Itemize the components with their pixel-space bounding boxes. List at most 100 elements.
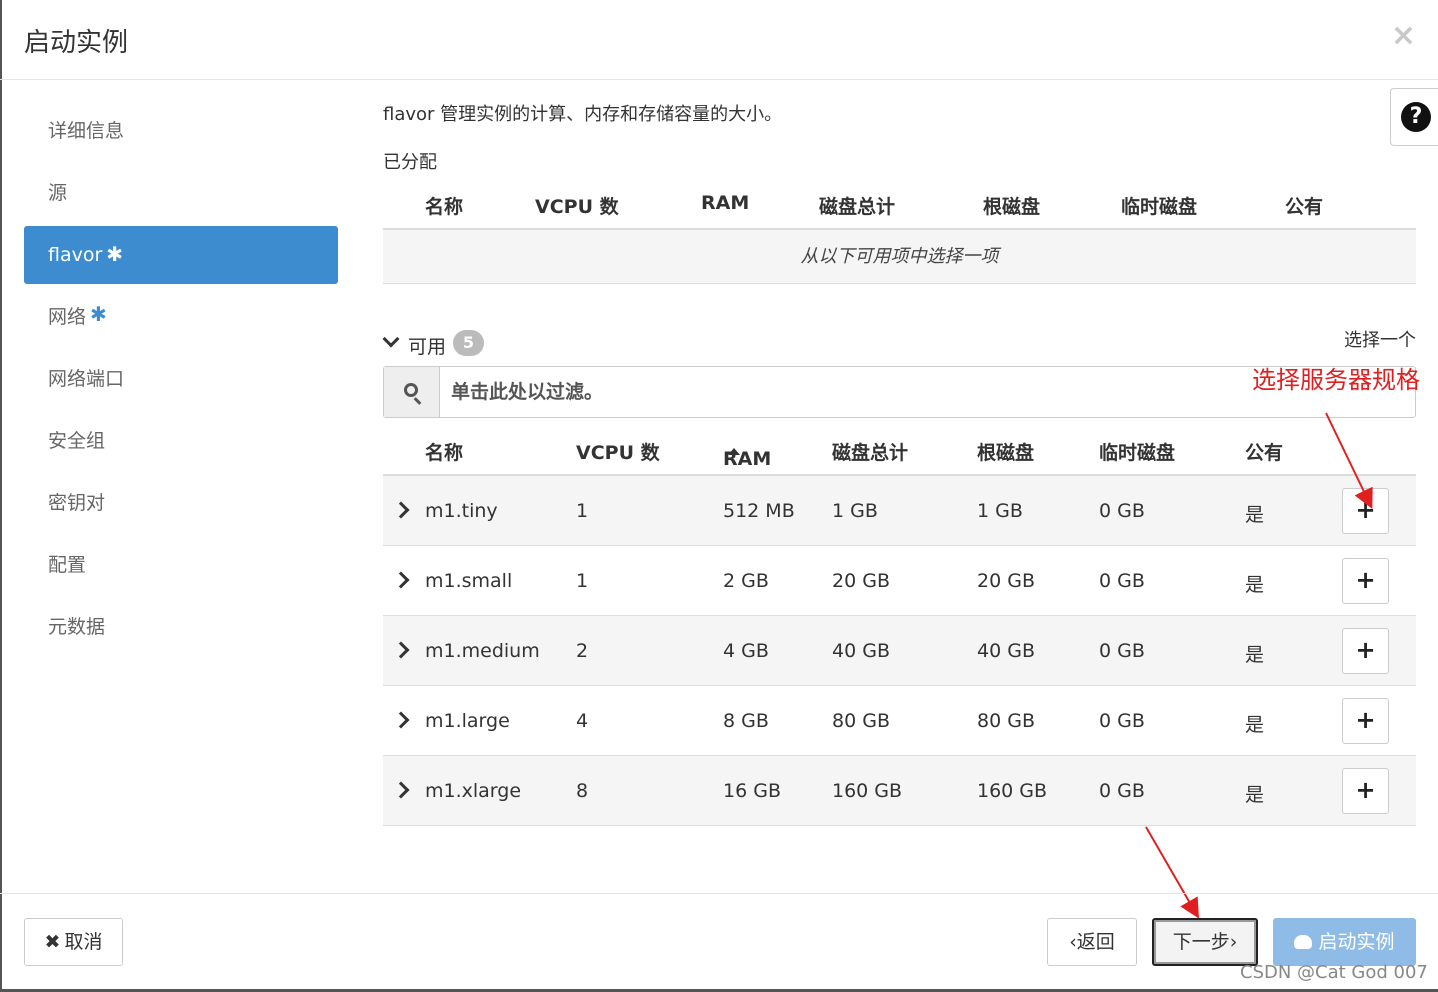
available-section-toggle[interactable]: 可用 5 选择一个	[382, 330, 1416, 360]
flavor-total-disk: 40 GB	[832, 640, 890, 662]
column-header-public[interactable]: 公有	[1245, 438, 1283, 465]
sidebar-item-label: 详细信息	[48, 120, 125, 142]
sidebar-item-label: flavor	[48, 244, 103, 266]
flavor-ephemeral-disk: 0 GB	[1099, 570, 1145, 592]
flavor-public: 是	[1245, 644, 1265, 666]
table-row: m1.tiny 1 512 MB 1 GB 1 GB 0 GB 是 +	[383, 476, 1416, 546]
flavor-vcpu: 1	[576, 570, 589, 592]
column-header-public[interactable]: 公有	[1285, 192, 1323, 219]
flavor-vcpu: 4	[576, 710, 589, 732]
sidebar-item-label: 安全组	[48, 430, 106, 452]
flavor-public: 是	[1245, 504, 1265, 526]
search-icon	[404, 383, 418, 397]
required-asterisk-icon: ✱	[90, 302, 107, 326]
sidebar-item-key-pairs[interactable]: 密钥对	[24, 472, 338, 534]
back-button[interactable]: ‹返回	[1047, 918, 1137, 966]
flavor-ephemeral-disk: 0 GB	[1099, 710, 1145, 732]
column-header-name[interactable]: 名称	[425, 438, 463, 465]
sidebar-item-flavor[interactable]: flavor ✱	[24, 226, 338, 284]
sidebar-item-label: 配置	[48, 554, 87, 576]
flavor-total-disk: 1 GB	[832, 500, 878, 522]
dialog-header: 启动实例 ×	[0, 0, 1438, 80]
flavor-ephemeral-disk: 0 GB	[1099, 500, 1145, 522]
sidebar-item-source[interactable]: 源	[24, 162, 338, 224]
sidebar-item-security-groups[interactable]: 安全组	[24, 410, 338, 472]
allocated-table-header: 名称 VCPU 数 RAM 磁盘总计 根磁盘 临时磁盘 公有	[383, 182, 1416, 230]
flavor-ephemeral-disk: 0 GB	[1099, 640, 1145, 662]
watermark: CSDN @Cat God 007	[1240, 962, 1428, 983]
sidebar-item-label: 元数据	[48, 616, 106, 638]
sidebar-item-details[interactable]: 详细信息	[24, 100, 338, 162]
launch-instance-dialog: 启动实例 × 详细信息 源 flavor ✱ 网络 ✱ 网络端口 安全组 密钥对 配…	[0, 0, 1438, 992]
dialog-title: 启动实例	[24, 28, 129, 58]
allocate-button[interactable]: +	[1342, 698, 1389, 744]
flavor-public: 是	[1245, 714, 1265, 736]
flavor-vcpu: 1	[576, 500, 589, 522]
sidebar-item-networks[interactable]: 网络 ✱	[24, 286, 338, 348]
available-count-badge: 5	[453, 330, 484, 356]
chevron-right-icon[interactable]	[392, 501, 410, 519]
cancel-label: 取消	[64, 931, 103, 953]
annotation-text: 选择服务器规格	[1252, 366, 1420, 394]
flavor-ram: 8 GB	[723, 710, 769, 732]
sidebar-item-label: 网络端口	[48, 368, 125, 390]
column-header-root-disk[interactable]: 根磁盘	[983, 192, 1040, 219]
chevron-right-icon[interactable]	[392, 781, 410, 799]
sidebar-item-configuration[interactable]: 配置	[24, 534, 338, 596]
flavor-root-disk: 160 GB	[977, 780, 1048, 802]
sidebar-item-label: 网络	[48, 306, 87, 328]
next-button[interactable]: 下一步›	[1152, 918, 1258, 966]
flavor-public: 是	[1245, 574, 1265, 596]
column-header-ram[interactable]: RAM	[701, 192, 749, 214]
chevron-right-icon[interactable]	[392, 641, 410, 659]
flavor-name: m1.small	[425, 570, 513, 592]
column-header-total-disk[interactable]: 磁盘总计	[832, 438, 908, 465]
column-header-ephemeral-disk[interactable]: 临时磁盘	[1099, 438, 1175, 465]
flavor-public: 是	[1245, 784, 1265, 806]
allocate-button[interactable]: +	[1342, 768, 1389, 814]
allocate-button[interactable]: +	[1342, 558, 1389, 604]
search-icon-handle	[413, 397, 422, 405]
dialog-footer: ✖ 取消 ‹返回 下一步› 启动实例	[0, 893, 1438, 989]
required-asterisk-icon: ✱	[106, 242, 124, 266]
flavor-root-disk: 1 GB	[977, 500, 1023, 522]
column-header-vcpu[interactable]: VCPU 数	[535, 192, 619, 219]
sidebar-item-label: 源	[48, 182, 68, 204]
sidebar-item-metadata[interactable]: 元数据	[24, 596, 338, 658]
flavor-step-content: flavor 管理实例的计算、内存和存储容量的大小。 已分配 名称 VCPU 数…	[382, 100, 1416, 826]
flavor-total-disk: 80 GB	[832, 710, 890, 732]
flavor-ram: 512 MB	[723, 500, 795, 522]
allocate-button[interactable]: +	[1342, 628, 1389, 674]
flavor-ephemeral-disk: 0 GB	[1099, 780, 1145, 802]
flavor-ram: 16 GB	[723, 780, 781, 802]
flavor-name: m1.large	[425, 710, 510, 732]
table-row: m1.small 1 2 GB 20 GB 20 GB 0 GB 是 +	[383, 546, 1416, 616]
flavor-name: m1.tiny	[425, 500, 498, 522]
chevron-right-icon[interactable]	[392, 571, 410, 589]
flavor-name: m1.xlarge	[425, 780, 522, 802]
allocated-section-label: 已分配	[383, 152, 437, 173]
allocate-button[interactable]: +	[1342, 488, 1389, 534]
column-header-total-disk[interactable]: 磁盘总计	[819, 192, 895, 219]
cancel-button[interactable]: ✖ 取消	[24, 918, 123, 966]
table-row: m1.large 4 8 GB 80 GB 80 GB 0 GB 是 +	[383, 686, 1416, 756]
flavor-total-disk: 20 GB	[832, 570, 890, 592]
sidebar-item-label: 密钥对	[48, 492, 106, 514]
sidebar-item-network-ports[interactable]: 网络端口	[24, 348, 338, 410]
flavor-root-disk: 40 GB	[977, 640, 1035, 662]
launch-instance-button[interactable]: 启动实例	[1273, 918, 1416, 966]
chevron-right-icon[interactable]	[392, 711, 410, 729]
column-header-ephemeral-disk[interactable]: 临时磁盘	[1121, 192, 1197, 219]
chevron-down-icon	[382, 330, 400, 348]
flavor-vcpu: 8	[576, 780, 589, 802]
column-header-name[interactable]: 名称	[425, 192, 463, 219]
available-label: 可用	[408, 336, 447, 358]
available-table-header: 名称 VCPU 数 RAM 磁盘总计 根磁盘 临时磁盘 公有	[383, 428, 1416, 476]
column-header-root-disk[interactable]: 根磁盘	[977, 438, 1034, 465]
cloud-upload-icon	[1294, 935, 1313, 949]
column-header-vcpu[interactable]: VCPU 数	[576, 438, 660, 465]
flavor-ram: 2 GB	[723, 570, 769, 592]
window-edge	[0, 0, 2, 992]
table-row: m1.xlarge 8 16 GB 160 GB 160 GB 0 GB 是 +	[383, 756, 1416, 826]
close-icon[interactable]: ×	[1391, 18, 1416, 53]
